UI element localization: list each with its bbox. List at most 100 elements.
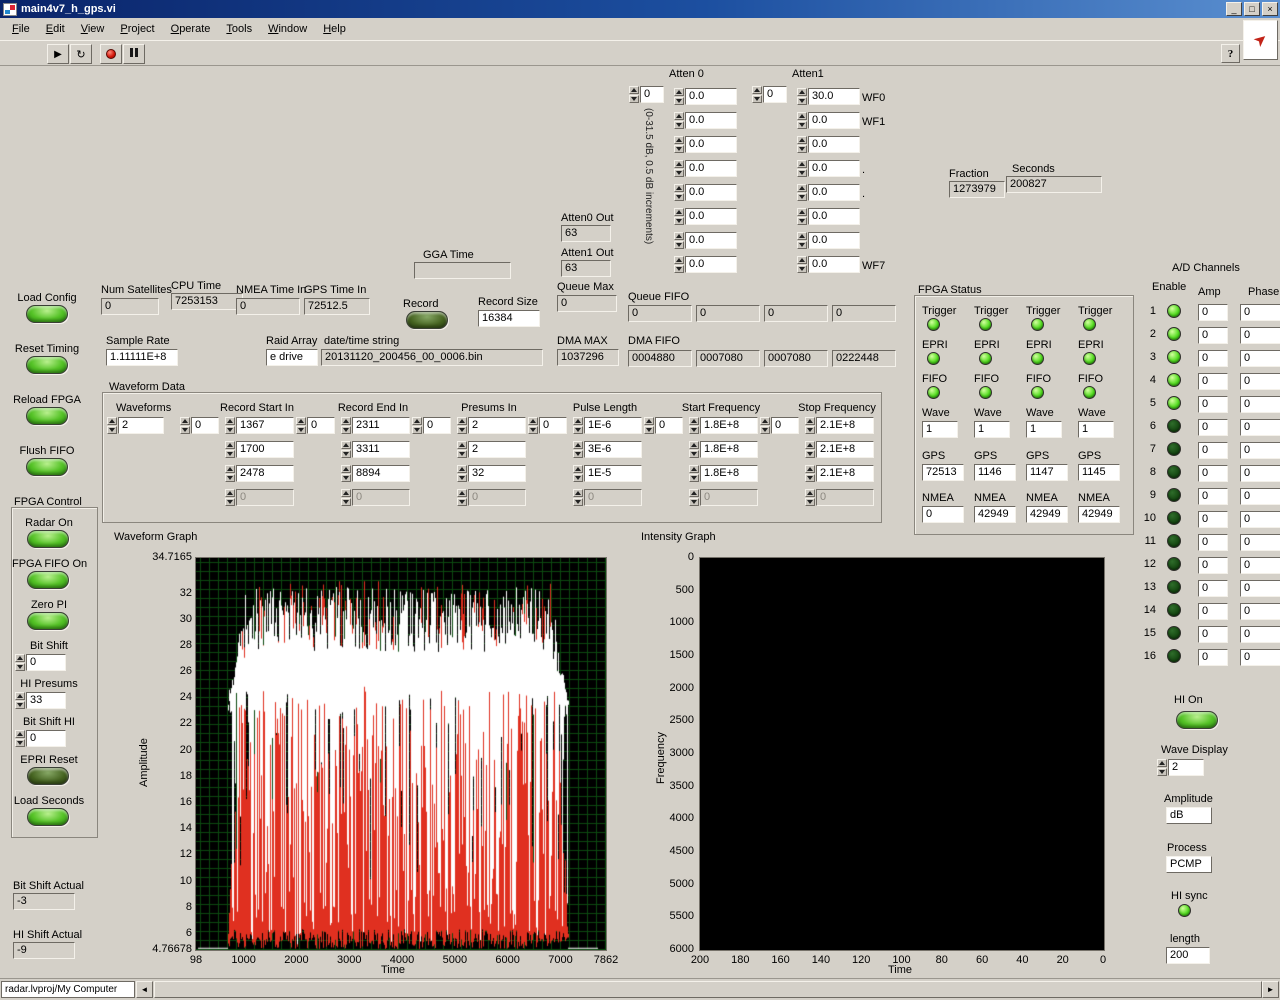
ad-phase-field-5[interactable]: 0 — [1240, 396, 1280, 413]
ad-phase-field-6[interactable]: 0 — [1240, 419, 1280, 436]
context-tab[interactable]: radar.lvproj/My Computer — [1, 981, 135, 998]
presums-in-field-0[interactable]: 2 — [468, 417, 526, 434]
atten1-value-field-1[interactable]: 0.0 — [808, 112, 860, 129]
increment-decrement-spinner[interactable] — [805, 417, 815, 434]
ad-amp-field-13[interactable]: 0 — [1198, 580, 1228, 597]
ad-amp-field-6[interactable]: 0 — [1198, 419, 1228, 436]
atten1-value-field-5[interactable]: 0.0 — [808, 208, 860, 225]
increment-decrement-spinner[interactable] — [797, 160, 807, 177]
scrollbar-track[interactable] — [154, 981, 1262, 998]
increment-decrement-spinner[interactable] — [457, 441, 467, 458]
increment-decrement-spinner[interactable] — [689, 441, 699, 458]
ad-phase-field-11[interactable]: 0 — [1240, 534, 1280, 551]
atten0-value-field-3[interactable]: 0.0 — [685, 160, 737, 177]
increment-decrement-spinner[interactable] — [15, 730, 25, 747]
increment-decrement-spinner[interactable] — [573, 489, 583, 506]
increment-decrement-spinner[interactable] — [341, 441, 351, 458]
ad-phase-field-4[interactable]: 0 — [1240, 373, 1280, 390]
record-start-in-field-1[interactable]: 1700 — [236, 441, 294, 458]
record-end-in-field-1[interactable]: 3311 — [352, 441, 410, 458]
menu-view[interactable]: View — [73, 20, 113, 38]
flush-fifo-button[interactable] — [26, 458, 68, 476]
ad-phase-field-9[interactable]: 0 — [1240, 488, 1280, 505]
ad-enable-led-10[interactable] — [1167, 511, 1181, 525]
scroll-right-button[interactable]: ► — [1262, 981, 1279, 998]
reset-timing-button[interactable] — [26, 356, 68, 374]
record-start-in-index-spinner[interactable] — [180, 417, 190, 434]
presums-in-field-2[interactable]: 32 — [468, 465, 526, 482]
atten1-index-spinner[interactable] — [752, 86, 762, 103]
atten0-value-field-2[interactable]: 0.0 — [685, 136, 737, 153]
scroll-left-button[interactable]: ◄ — [136, 981, 153, 998]
stop-frequency-field-1[interactable]: 2.1E+8 — [816, 441, 874, 458]
ad-phase-field-1[interactable]: 0 — [1240, 304, 1280, 321]
start-frequency-field-1[interactable]: 1.8E+8 — [700, 441, 758, 458]
atten1-value-field-2[interactable]: 0.0 — [808, 136, 860, 153]
ad-amp-field-2[interactable]: 0 — [1198, 327, 1228, 344]
length-field[interactable]: 200 — [1166, 947, 1210, 964]
increment-decrement-spinner[interactable] — [674, 112, 684, 129]
raid-array-field[interactable]: e drive — [266, 349, 318, 366]
atten0-value-field-1[interactable]: 0.0 — [685, 112, 737, 129]
increment-decrement-spinner[interactable] — [797, 112, 807, 129]
ad-amp-field-12[interactable]: 0 — [1198, 557, 1228, 574]
ad-enable-led-5[interactable] — [1167, 396, 1181, 410]
ad-enable-led-13[interactable] — [1167, 580, 1181, 594]
increment-decrement-spinner[interactable] — [674, 208, 684, 225]
ad-enable-led-12[interactable] — [1167, 557, 1181, 571]
increment-decrement-spinner[interactable] — [674, 88, 684, 105]
record-end-in-index-field[interactable]: 0 — [307, 417, 335, 434]
ad-enable-led-15[interactable] — [1167, 626, 1181, 640]
presums-in-index-field[interactable]: 0 — [423, 417, 451, 434]
increment-decrement-spinner[interactable] — [797, 232, 807, 249]
ad-phase-field-16[interactable]: 0 — [1240, 649, 1280, 666]
ad-enable-led-8[interactable] — [1167, 465, 1181, 479]
increment-decrement-spinner[interactable] — [457, 417, 467, 434]
increment-decrement-spinner[interactable] — [805, 441, 815, 458]
start-frequency-index-field[interactable]: 0 — [655, 417, 683, 434]
atten1-value-field-3[interactable]: 0.0 — [808, 160, 860, 177]
radar-on-button[interactable] — [27, 530, 69, 548]
sample-rate-field[interactable]: 1.11111E+8 — [106, 349, 178, 366]
ad-enable-led-9[interactable] — [1167, 488, 1181, 502]
wave-display-spinner[interactable] — [1157, 759, 1167, 776]
help-button[interactable]: ? — [1221, 44, 1240, 63]
increment-decrement-spinner[interactable] — [573, 465, 583, 482]
atten0-index-spinner[interactable] — [629, 86, 639, 103]
ad-phase-field-2[interactable]: 0 — [1240, 327, 1280, 344]
load-config-button[interactable] — [26, 305, 68, 323]
increment-decrement-spinner[interactable] — [689, 489, 699, 506]
process-ring[interactable]: PCMP — [1166, 856, 1212, 873]
wave-display-field[interactable]: 2 — [1168, 759, 1204, 776]
increment-decrement-spinner[interactable] — [674, 136, 684, 153]
amplitude-ring[interactable]: dB — [1166, 807, 1212, 824]
increment-decrement-spinner[interactable] — [225, 441, 235, 458]
stop-frequency-field-0[interactable]: 2.1E+8 — [816, 417, 874, 434]
ad-phase-field-7[interactable]: 0 — [1240, 442, 1280, 459]
ad-phase-field-12[interactable]: 0 — [1240, 557, 1280, 574]
increment-decrement-spinner[interactable] — [225, 465, 235, 482]
atten1-value-field-7[interactable]: 0.0 — [808, 256, 860, 273]
atten0-value-field-4[interactable]: 0.0 — [685, 184, 737, 201]
menu-tools[interactable]: Tools — [218, 20, 260, 38]
ad-amp-field-14[interactable]: 0 — [1198, 603, 1228, 620]
increment-decrement-spinner[interactable] — [457, 465, 467, 482]
ad-enable-led-1[interactable] — [1167, 304, 1181, 318]
increment-decrement-spinner[interactable] — [674, 184, 684, 201]
zero-pi-button[interactable] — [27, 612, 69, 630]
ad-enable-led-11[interactable] — [1167, 534, 1181, 548]
ad-phase-field-8[interactable]: 0 — [1240, 465, 1280, 482]
menu-edit[interactable]: Edit — [38, 20, 73, 38]
stop-frequency-field-2[interactable]: 2.1E+8 — [816, 465, 874, 482]
presums-in-field-1[interactable]: 2 — [468, 441, 526, 458]
record-end-in-field-2[interactable]: 8894 — [352, 465, 410, 482]
increment-decrement-spinner[interactable] — [797, 88, 807, 105]
ad-enable-led-4[interactable] — [1167, 373, 1181, 387]
increment-decrement-spinner[interactable] — [805, 465, 815, 482]
start-frequency-field-0[interactable]: 1.8E+8 — [700, 417, 758, 434]
ad-enable-led-16[interactable] — [1167, 649, 1181, 663]
ad-amp-field-11[interactable]: 0 — [1198, 534, 1228, 551]
increment-decrement-spinner[interactable] — [674, 256, 684, 273]
stop-frequency-index-spinner[interactable] — [760, 417, 770, 434]
increment-decrement-spinner[interactable] — [225, 417, 235, 434]
